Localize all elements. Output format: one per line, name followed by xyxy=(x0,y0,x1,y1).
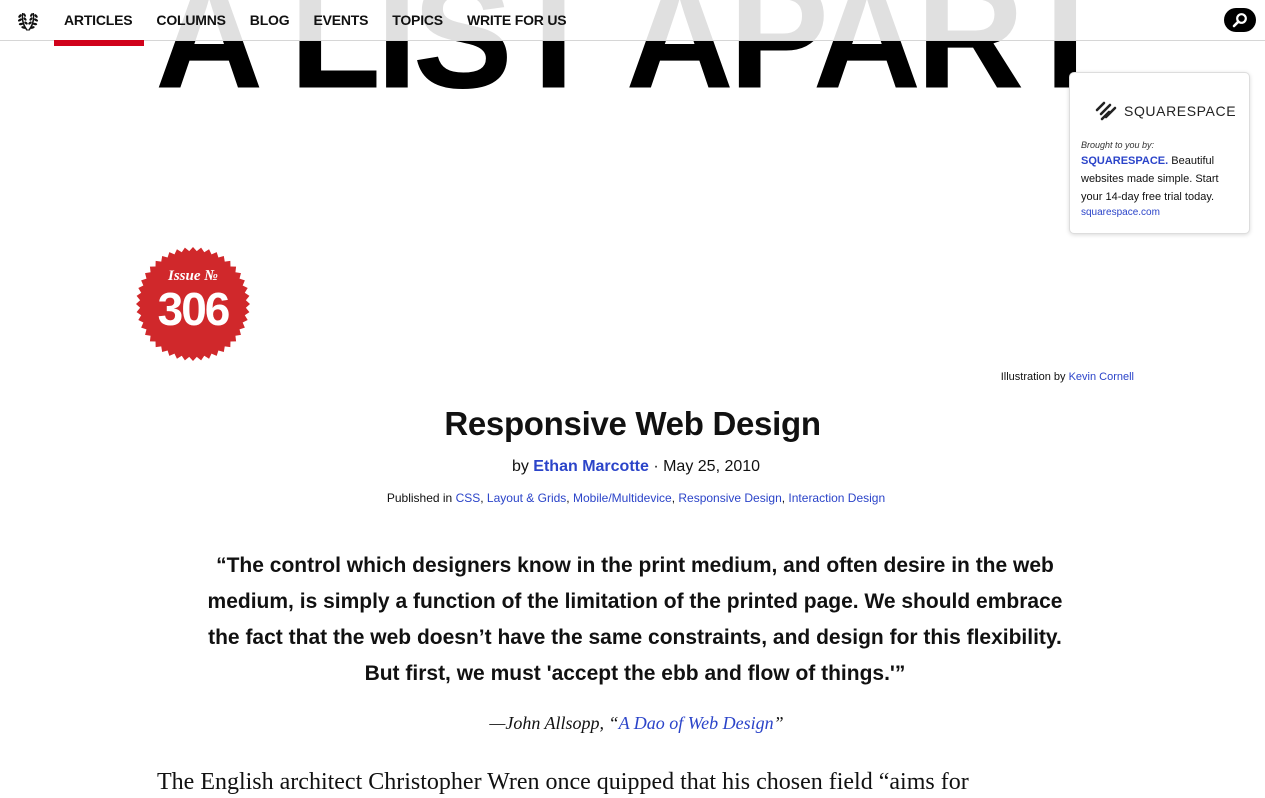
published-in: Published in CSS, Layout & Grids, Mobile… xyxy=(386,491,886,505)
article-title: Responsive Web Design xyxy=(444,405,821,442)
category-link[interactable]: Layout & Grids xyxy=(487,491,566,505)
nav-blog[interactable]: BLOG xyxy=(238,0,302,41)
sponsor-link[interactable]: squarespace.com xyxy=(1081,207,1238,218)
main-nav: ARTICLES COLUMNS BLOG EVENTS TOPICS WRIT… xyxy=(54,0,578,46)
article-date: May 25, 2010 xyxy=(663,458,761,475)
search-button[interactable] xyxy=(1224,8,1256,32)
article-byline: by Ethan Marcotte · May 25, 2010 xyxy=(0,458,1265,476)
attribution-suffix: ” xyxy=(773,713,784,733)
nav-columns[interactable]: COLUMNS xyxy=(144,0,237,41)
sponsor-brand[interactable]: SQUARESPACE. xyxy=(1081,155,1168,167)
squarespace-wordmark: SQUARESPACE xyxy=(1124,103,1237,119)
illustrator-link[interactable]: Kevin Cornell xyxy=(1069,371,1134,383)
attribution-link[interactable]: A Dao of Web Design xyxy=(619,713,774,733)
published-prefix: Published in xyxy=(386,491,456,505)
byline-prefix: by xyxy=(511,458,534,475)
sponsor-card[interactable]: SQUARESPACE Brought to you by: SQUARESPA… xyxy=(1069,72,1250,234)
category-link[interactable]: Responsive Design xyxy=(678,491,781,505)
nav-events[interactable]: EVENTS xyxy=(301,0,380,41)
nav-topics[interactable]: TOPICS xyxy=(380,0,455,41)
squarespace-icon xyxy=(1095,101,1117,121)
attribution-prefix: —John Allsopp, “ xyxy=(489,713,619,733)
illustration-prefix: Illustration by xyxy=(1000,371,1069,383)
category-link[interactable]: CSS xyxy=(456,491,481,505)
laurel-wreath-icon[interactable] xyxy=(15,7,41,33)
article-body-paragraph: The English architect Christopher Wren o… xyxy=(157,769,969,795)
nav-write-for-us[interactable]: WRITE FOR US xyxy=(455,0,578,41)
squarespace-logo[interactable]: SQUARESPACE xyxy=(1094,101,1238,121)
search-icon xyxy=(1232,13,1247,28)
sponsor-brought-by: Brought to you by: xyxy=(1081,140,1155,150)
quote-attribution: —John Allsopp, “A Dao of Web Design” xyxy=(0,713,1265,734)
nav-articles[interactable]: ARTICLES xyxy=(54,0,145,46)
issue-badge[interactable]: Issue № 306 xyxy=(135,246,251,362)
top-navigation: ARTICLES COLUMNS BLOG EVENTS TOPICS WRIT… xyxy=(0,0,1265,46)
sponsor-text: SQUARESPACE. Beautiful websites made sim… xyxy=(1081,152,1238,206)
category-link[interactable]: Interaction Design xyxy=(788,491,885,505)
pull-quote: “The control which designers know in the… xyxy=(207,554,1063,685)
issue-number: 306 xyxy=(157,283,231,335)
byline-separator: · xyxy=(648,458,664,475)
category-link[interactable]: Mobile/Multidevice xyxy=(573,491,672,505)
illustration-credit: Illustration by Kevin Cornell xyxy=(1001,371,1134,383)
author-link[interactable]: Ethan Marcotte xyxy=(533,458,649,475)
